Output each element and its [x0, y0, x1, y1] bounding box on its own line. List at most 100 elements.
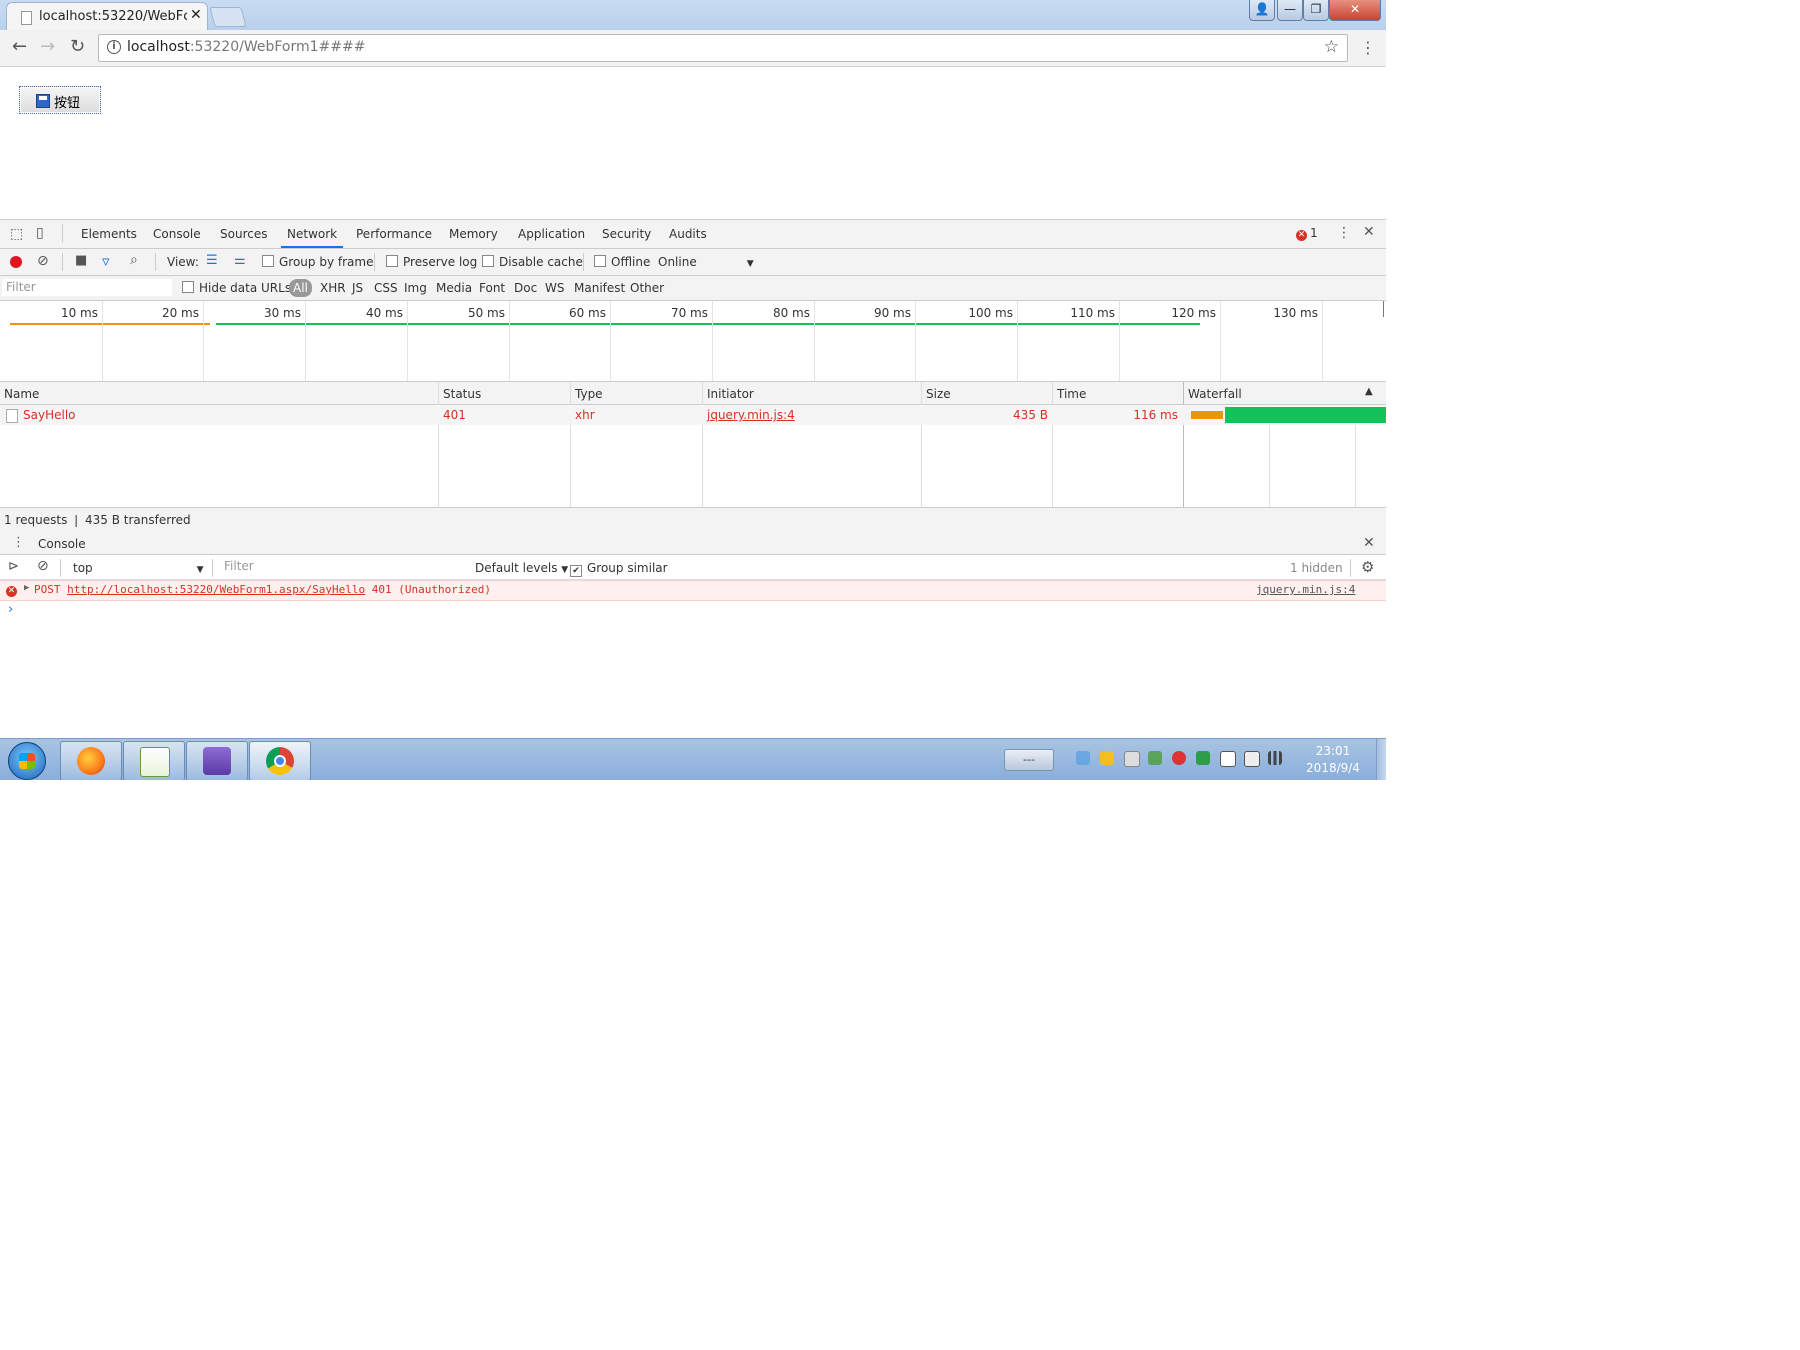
- large-rows-icon[interactable]: ☰: [206, 253, 218, 268]
- tab-console[interactable]: Console: [153, 227, 201, 241]
- drawer-close-icon[interactable]: ✕: [1363, 535, 1375, 551]
- tab-application[interactable]: Application: [518, 227, 585, 241]
- group-similar-checkbox[interactable]: Group similar: [570, 561, 668, 577]
- usb-device-icon[interactable]: [1124, 751, 1140, 767]
- maximize-button[interactable]: ❐: [1303, 0, 1329, 21]
- offline-label: Offline: [611, 255, 651, 269]
- action-center-flag-icon[interactable]: [1220, 751, 1236, 767]
- filter-type-css[interactable]: CSS: [374, 281, 398, 295]
- error-source-link[interactable]: jquery.min.js:4: [1256, 583, 1355, 596]
- console-sidebar-icon[interactable]: ⊳: [8, 559, 19, 574]
- preserve-log-checkbox[interactable]: Preserve log: [386, 255, 477, 269]
- column-size[interactable]: Size: [926, 387, 951, 401]
- error-url-link[interactable]: http://localhost:53220/WebForm1.aspx/Say…: [67, 583, 365, 596]
- tab-performance[interactable]: Performance: [356, 227, 432, 241]
- waterfall-view-icon[interactable]: ⚌: [234, 253, 246, 268]
- console-prompt[interactable]: ›: [8, 602, 13, 617]
- network-filter-input[interactable]: Filter: [2, 279, 172, 296]
- tab-security[interactable]: Security: [602, 227, 651, 241]
- log-levels-select[interactable]: Default levels ▼: [475, 561, 568, 575]
- taskbar-chrome[interactable]: [249, 741, 311, 780]
- filter-type-media[interactable]: Media: [436, 281, 472, 295]
- column-time[interactable]: Time: [1057, 387, 1086, 401]
- new-tab-button[interactable]: [209, 7, 247, 27]
- console-error-message[interactable]: ✕ ▶ POST http://localhost:53220/WebForm1…: [0, 580, 1386, 601]
- context-select[interactable]: top ▼: [73, 561, 204, 575]
- offline-checkbox[interactable]: Offline: [594, 255, 650, 269]
- address-bar[interactable]: i localhost:53220/WebForm1#### ☆: [98, 34, 1348, 62]
- inspect-element-icon[interactable]: ⬚: [10, 226, 23, 242]
- minimize-button[interactable]: —: [1277, 0, 1303, 21]
- show-desktop-button[interactable]: [1376, 739, 1386, 780]
- filter-type-all[interactable]: All: [289, 279, 312, 297]
- save-button[interactable]: 按钮: [19, 86, 101, 114]
- filter-type-xhr[interactable]: XHR: [320, 281, 346, 295]
- tab-elements[interactable]: Elements: [81, 227, 137, 241]
- drawer-tab-console[interactable]: Console: [32, 537, 92, 558]
- group-by-frame-checkbox[interactable]: Group by frame: [262, 255, 373, 269]
- wifi-signal-icon[interactable]: [1268, 751, 1282, 765]
- tab-close-icon[interactable]: ✕: [190, 7, 202, 23]
- bookmark-star-icon[interactable]: ☆: [1324, 37, 1339, 57]
- url-text[interactable]: localhost:53220/WebForm1####: [127, 39, 365, 55]
- console-settings-gear-icon[interactable]: ⚙: [1361, 558, 1374, 576]
- system-clock[interactable]: 23:01 2018/9/4: [1298, 743, 1368, 777]
- reload-icon[interactable]: ↻: [70, 36, 85, 57]
- search-icon[interactable]: ⌕: [130, 252, 138, 268]
- network-overview-timeline[interactable]: 10 ms 20 ms 30 ms 40 ms 50 ms 60 ms 70 ms 80 ms…: [0, 301, 1386, 382]
- taskbar-firefox[interactable]: [60, 741, 122, 780]
- sort-ascending-icon[interactable]: ▲: [1365, 386, 1373, 397]
- column-initiator[interactable]: Initiator: [707, 387, 754, 401]
- drawer-menu-icon[interactable]: ⋮: [12, 535, 25, 550]
- filter-type-img[interactable]: Img: [404, 281, 427, 295]
- column-type[interactable]: Type: [575, 387, 603, 401]
- start-button[interactable]: [8, 742, 46, 780]
- hide-data-urls-checkbox[interactable]: Hide data URLs: [182, 281, 291, 295]
- browser-tab[interactable]: localhost:53220/WebFc ✕: [6, 2, 208, 31]
- network-sync-icon[interactable]: [1076, 751, 1090, 765]
- shopping-cart-icon[interactable]: [1100, 751, 1114, 765]
- filter-type-other[interactable]: Other: [630, 281, 664, 295]
- request-initiator-link[interactable]: jquery.min.js:4: [707, 408, 795, 422]
- filter-type-ws[interactable]: WS: [545, 281, 564, 295]
- back-arrow-icon[interactable]: ←: [12, 36, 27, 57]
- volume-icon[interactable]: [1244, 751, 1260, 767]
- console-filter-input[interactable]: Filter: [220, 558, 464, 575]
- language-bar[interactable]: ---: [1004, 749, 1054, 771]
- profile-icon[interactable]: 👤: [1249, 0, 1275, 21]
- taskbar-visual-studio[interactable]: [186, 741, 248, 780]
- expand-triangle-icon[interactable]: ▶: [24, 583, 29, 593]
- taskbar-chart-app[interactable]: [123, 741, 185, 780]
- table-row[interactable]: SayHello 401 xhr jquery.min.js:4 435 B 1…: [0, 405, 1386, 425]
- devtools-menu-icon[interactable]: ⋮: [1337, 225, 1351, 241]
- tab-memory[interactable]: Memory: [449, 227, 498, 241]
- console-clear-icon[interactable]: ⊘: [37, 558, 49, 574]
- security-shield-icon[interactable]: [1148, 751, 1162, 765]
- disable-cache-checkbox[interactable]: Disable cache: [482, 255, 583, 269]
- tab-sources[interactable]: Sources: [220, 227, 267, 241]
- filter-type-js[interactable]: JS: [352, 281, 363, 295]
- screenshot-camera-icon[interactable]: ■: [75, 253, 87, 268]
- throttling-select[interactable]: Online ▼: [658, 255, 754, 269]
- device-toolbar-icon[interactable]: ▯: [36, 225, 44, 241]
- clear-icon[interactable]: ⊘: [37, 253, 49, 269]
- filter-type-manifest[interactable]: Manifest: [574, 281, 625, 295]
- close-window-button[interactable]: ✕: [1329, 0, 1381, 21]
- error-counter[interactable]: ✕ 1: [1296, 226, 1318, 241]
- filter-type-doc[interactable]: Doc: [514, 281, 537, 295]
- column-status[interactable]: Status: [443, 387, 481, 401]
- tab-network[interactable]: Network: [280, 227, 344, 248]
- filter-funnel-icon[interactable]: ▿: [102, 252, 110, 270]
- devtools-close-icon[interactable]: ✕: [1363, 224, 1375, 240]
- column-waterfall[interactable]: Waterfall: [1188, 387, 1242, 401]
- filter-type-font[interactable]: Font: [479, 281, 505, 295]
- request-name[interactable]: SayHello: [23, 408, 76, 422]
- site-info-icon[interactable]: i: [107, 40, 121, 54]
- record-icon[interactable]: [10, 256, 22, 268]
- antivirus-icon[interactable]: [1172, 751, 1186, 765]
- column-name[interactable]: Name: [4, 387, 39, 401]
- forward-arrow-icon[interactable]: →: [40, 36, 55, 57]
- tab-audits[interactable]: Audits: [669, 227, 707, 241]
- browser-menu-icon[interactable]: ⋮: [1360, 38, 1376, 57]
- defender-check-icon[interactable]: [1196, 751, 1210, 765]
